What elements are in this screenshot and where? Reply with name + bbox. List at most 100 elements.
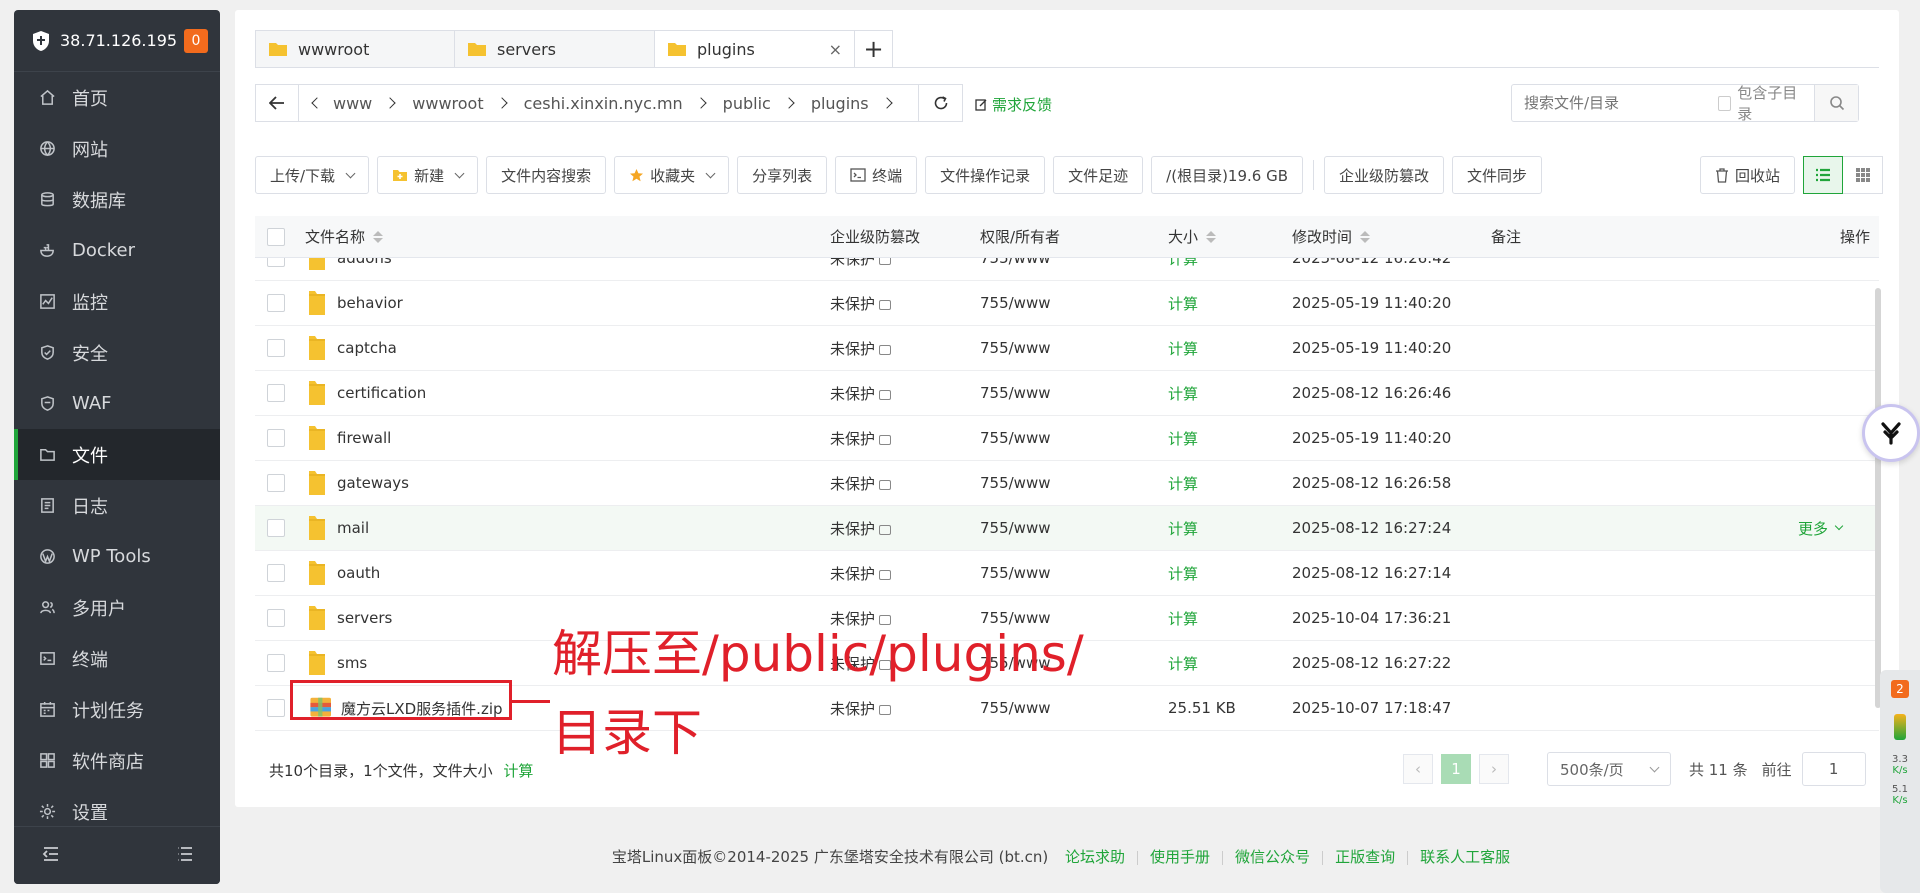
file-size[interactable]: 计算: [1168, 518, 1198, 539]
table-row[interactable]: behavior 未保护 755/www 计算 2025-05-19 11:40:20: [255, 281, 1879, 326]
assistant-float-button[interactable]: [1862, 404, 1920, 462]
sidebar-item-9[interactable]: WP Tools: [14, 531, 220, 582]
file-size[interactable]: 计算: [1168, 653, 1198, 674]
page-1-button[interactable]: 1: [1441, 754, 1471, 784]
list-view-button[interactable]: [1803, 156, 1844, 194]
sidebar-item-2[interactable]: 数据库: [14, 174, 220, 225]
lock-icon[interactable]: [879, 258, 892, 265]
permission[interactable]: 755/www: [980, 294, 1051, 312]
lock-icon[interactable]: [879, 345, 892, 355]
share-list-button[interactable]: 分享列表: [737, 156, 828, 194]
footer-link[interactable]: 使用手册: [1150, 848, 1210, 866]
table-row[interactable]: addons 未保护 755/www 计算 2025-08-12 16:26:42: [255, 258, 1879, 281]
permission[interactable]: 755/www: [980, 258, 1051, 267]
sidebar-item-8[interactable]: 日志: [14, 480, 220, 531]
new-button[interactable]: 新建: [377, 156, 479, 194]
footprint-button[interactable]: 文件足迹: [1053, 156, 1144, 194]
row-checkbox[interactable]: [267, 429, 285, 447]
file-size[interactable]: 计算: [1168, 293, 1198, 314]
sidebar-item-0[interactable]: 首页: [14, 72, 220, 123]
file-size[interactable]: 计算: [1168, 383, 1198, 404]
file-size[interactable]: 计算: [1168, 428, 1198, 449]
list-menu-icon[interactable]: [176, 845, 194, 867]
tab-2[interactable]: plugins ×: [655, 30, 855, 68]
tab-0[interactable]: wwwroot: [255, 30, 455, 68]
file-name[interactable]: certification: [337, 384, 426, 402]
footer-link[interactable]: 正版查询: [1335, 848, 1395, 866]
search-button[interactable]: [1814, 85, 1858, 121]
row-checkbox[interactable]: [267, 294, 285, 312]
search-input[interactable]: [1512, 94, 1718, 112]
feedback-link[interactable]: 需求反馈: [975, 94, 1052, 115]
op-log-button[interactable]: 文件操作记录: [925, 156, 1046, 194]
permission[interactable]: 755/www: [980, 384, 1051, 402]
row-checkbox[interactable]: [267, 339, 285, 357]
prev-page-button[interactable]: ‹: [1403, 754, 1433, 784]
sidebar-item-12[interactable]: 计划任务: [14, 684, 220, 735]
permission[interactable]: 755/www: [980, 429, 1051, 447]
per-page-select[interactable]: 500条/页: [1547, 752, 1671, 786]
footer-link[interactable]: 论坛求助: [1065, 848, 1125, 866]
file-name[interactable]: gateways: [337, 474, 409, 492]
col-name[interactable]: 文件名称: [305, 216, 384, 257]
tab-1[interactable]: servers: [455, 30, 655, 68]
disk-button[interactable]: /(根目录)19.6 GB: [1151, 156, 1304, 194]
file-size[interactable]: 计算: [1168, 608, 1198, 629]
table-row[interactable]: firewall 未保护 755/www 计算 2025-05-19 11:40:20: [255, 416, 1879, 461]
lock-icon[interactable]: [879, 435, 892, 445]
more-actions-button[interactable]: 更多: [1798, 506, 1844, 550]
breadcrumb-item[interactable]: wwwroot: [412, 94, 523, 113]
crumb-left-icon[interactable]: [311, 97, 323, 109]
favorites-button[interactable]: 收藏夹: [614, 156, 730, 194]
permission[interactable]: 755/www: [980, 699, 1051, 717]
sidebar-item-4[interactable]: 监控: [14, 276, 220, 327]
file-name[interactable]: addons: [337, 258, 392, 267]
row-checkbox[interactable]: [267, 564, 285, 582]
file-name[interactable]: captcha: [337, 339, 397, 357]
file-name[interactable]: servers: [337, 609, 392, 627]
table-row[interactable]: certification 未保护 755/www 计算 2025-08-12 16:2…: [255, 371, 1879, 416]
sidebar-item-3[interactable]: Docker: [14, 225, 220, 276]
calc-total-size-link[interactable]: 计算: [503, 762, 533, 780]
sidebar-item-7[interactable]: 文件: [14, 429, 220, 480]
grid-view-button[interactable]: [1843, 156, 1884, 194]
table-row[interactable]: captcha 未保护 755/www 计算 2025-05-19 11:40:20: [255, 326, 1879, 371]
table-scrollbar[interactable]: [1875, 288, 1881, 708]
file-sync-button[interactable]: 文件同步: [1452, 156, 1543, 194]
file-name[interactable]: firewall: [337, 429, 391, 447]
file-name[interactable]: behavior: [337, 294, 403, 312]
row-checkbox[interactable]: [267, 384, 285, 402]
breadcrumb-item[interactable]: public: [723, 94, 811, 113]
file-size[interactable]: 计算: [1168, 258, 1198, 269]
close-tab-icon[interactable]: ×: [829, 40, 842, 59]
row-checkbox[interactable]: [267, 654, 285, 672]
breadcrumb-item[interactable]: www: [333, 94, 412, 113]
include-subdir-checkbox[interactable]: 包含子目录: [1718, 82, 1802, 124]
row-checkbox[interactable]: [267, 609, 285, 627]
permission[interactable]: 755/www: [980, 564, 1051, 582]
tamper-button[interactable]: 企业级防篡改: [1324, 156, 1445, 194]
row-checkbox[interactable]: [267, 258, 285, 267]
permission[interactable]: 755/www: [980, 519, 1051, 537]
sidebar-item-13[interactable]: 软件商店: [14, 735, 220, 786]
breadcrumb[interactable]: www wwwroot ceshi.xinxin.nyc.mn public plugi…: [299, 84, 919, 122]
permission[interactable]: 755/www: [980, 474, 1051, 492]
table-row[interactable]: gateways 未保护 755/www 计算 2025-08-12 16:26:58: [255, 461, 1879, 506]
select-all-checkbox[interactable]: [267, 227, 285, 246]
file-size[interactable]: 计算: [1168, 473, 1198, 494]
sidebar-item-1[interactable]: 网站: [14, 123, 220, 174]
lock-icon[interactable]: [879, 300, 892, 310]
breadcrumb-item[interactable]: ceshi.xinxin.nyc.mn: [524, 94, 723, 113]
file-size[interactable]: 计算: [1168, 563, 1198, 584]
add-tab-button[interactable]: +: [855, 30, 893, 68]
goto-page-input[interactable]: 1: [1801, 752, 1866, 786]
notification-badge[interactable]: 2: [1891, 680, 1909, 698]
file-name[interactable]: mail: [337, 519, 369, 537]
lock-icon[interactable]: [879, 525, 892, 535]
recycle-bin-button[interactable]: 回收站: [1700, 156, 1796, 194]
footer-link[interactable]: 联系人工客服: [1420, 848, 1510, 866]
sidebar-item-5[interactable]: 安全: [14, 327, 220, 378]
sidebar-item-11[interactable]: 终端: [14, 633, 220, 684]
terminal-button[interactable]: 终端: [835, 156, 918, 194]
next-page-button[interactable]: ›: [1479, 754, 1509, 784]
